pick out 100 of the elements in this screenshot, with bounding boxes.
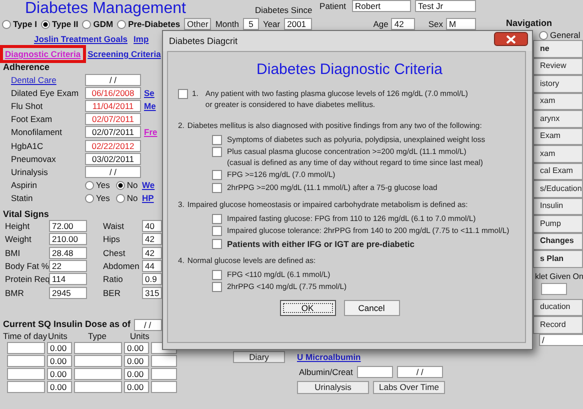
other-button[interactable]: Other bbox=[184, 18, 212, 30]
nav-button[interactable]: Changes bbox=[533, 232, 583, 250]
nav-button[interactable]: xam bbox=[533, 92, 583, 110]
side-link[interactable]: Se bbox=[144, 88, 154, 98]
time-field[interactable] bbox=[7, 368, 45, 380]
nav-button[interactable]: ne bbox=[533, 40, 583, 58]
type-field[interactable] bbox=[74, 354, 122, 367]
choice-radio[interactable]: No bbox=[116, 180, 138, 190]
nav-button[interactable]: arynx bbox=[533, 110, 583, 128]
vital-field[interactable]: 2945 bbox=[49, 286, 87, 298]
units-field[interactable]: 0.00 bbox=[47, 354, 72, 367]
nav-button[interactable]: s/Education bbox=[533, 180, 583, 198]
units-field[interactable]: 0.00 bbox=[47, 368, 72, 380]
checkbox[interactable] bbox=[212, 214, 222, 224]
vital-field[interactable]: 40 bbox=[142, 220, 162, 232]
checkbox[interactable] bbox=[212, 270, 222, 280]
last-name-field[interactable]: Test Jr bbox=[415, 0, 476, 12]
choice-radio[interactable]: Yes bbox=[85, 193, 110, 204]
type-field[interactable] bbox=[74, 342, 122, 354]
type-radio[interactable]: Type II bbox=[40, 19, 78, 29]
units-field[interactable]: 0.00 bbox=[124, 368, 149, 380]
nav-button[interactable]: cal Exam bbox=[533, 162, 583, 180]
units-field[interactable]: 0.00 bbox=[124, 342, 149, 354]
date-field[interactable]: / / bbox=[396, 366, 443, 378]
nav-button[interactable]: Record bbox=[533, 316, 583, 334]
choice-radio[interactable]: Yes bbox=[85, 180, 110, 190]
side-link[interactable]: We bbox=[142, 180, 155, 190]
date-field[interactable]: 02/22/2012 bbox=[85, 140, 141, 152]
units-field[interactable]: 0.00 bbox=[124, 380, 149, 393]
lab-button[interactable]: Labs Over Time bbox=[373, 380, 445, 394]
side-link[interactable]: Me bbox=[144, 100, 156, 111]
vital-label: Weight bbox=[4, 234, 32, 244]
side-link[interactable]: HP bbox=[142, 193, 154, 204]
checkbox[interactable] bbox=[212, 134, 222, 144]
checkbox[interactable] bbox=[212, 182, 222, 192]
date-field[interactable]: 02/07/2011 bbox=[85, 113, 141, 126]
type-radio[interactable]: GDM bbox=[82, 19, 114, 29]
nav-button[interactable]: istory bbox=[533, 75, 583, 92]
vital-field[interactable]: 22 bbox=[49, 260, 87, 272]
vital-field[interactable]: 114 bbox=[49, 273, 87, 286]
type-radio[interactable]: Pre-Diabetes bbox=[117, 19, 180, 29]
adherence-link[interactable]: Dental Care bbox=[11, 74, 56, 85]
nav-button[interactable]: Pump bbox=[533, 215, 583, 232]
choice-radio[interactable]: No bbox=[116, 193, 138, 204]
checkbox[interactable] bbox=[212, 238, 222, 248]
month-field[interactable]: 5 bbox=[242, 18, 259, 30]
type-field[interactable] bbox=[74, 368, 122, 380]
vital-field[interactable]: 42 bbox=[142, 233, 162, 246]
close-button[interactable] bbox=[494, 32, 528, 46]
date-field[interactable]: 02/07/2011 bbox=[85, 126, 141, 138]
time-field[interactable] bbox=[7, 342, 45, 354]
checkbox[interactable] bbox=[212, 226, 222, 236]
lab-button[interactable]: Urinalysis bbox=[297, 380, 369, 394]
units-field[interactable]: 0.00 bbox=[47, 380, 72, 393]
input-field[interactable] bbox=[151, 368, 177, 380]
units-field[interactable]: 0.00 bbox=[124, 354, 149, 367]
input-field[interactable] bbox=[151, 380, 177, 393]
microalbumin-link[interactable]: U Microalbumin bbox=[297, 352, 361, 362]
albumin-field[interactable] bbox=[356, 366, 393, 378]
vital-field[interactable]: 0.9 bbox=[142, 273, 162, 286]
nav-button[interactable]: s Plan bbox=[533, 250, 583, 268]
nav-button[interactable]: Review bbox=[533, 58, 583, 75]
checkbox[interactable] bbox=[212, 147, 222, 157]
vital-field[interactable]: 44 bbox=[142, 260, 162, 272]
dialog-button[interactable]: Cancel bbox=[344, 300, 400, 316]
first-name-field[interactable]: Robert bbox=[352, 0, 411, 12]
vital-field[interactable]: 315 bbox=[142, 286, 162, 298]
units-field[interactable]: 0.00 bbox=[47, 342, 72, 354]
type-field[interactable] bbox=[74, 380, 122, 393]
nav-button[interactable]: Exam bbox=[533, 128, 583, 145]
age-field[interactable]: 42 bbox=[391, 18, 416, 30]
checkbox[interactable] bbox=[212, 282, 222, 292]
vital-field[interactable]: 28.48 bbox=[49, 246, 87, 259]
date-field[interactable]: / / bbox=[134, 318, 162, 331]
date-field[interactable]: 06/16/2008 bbox=[85, 86, 141, 99]
time-field[interactable] bbox=[7, 354, 45, 367]
nav-link[interactable]: Joslin Treatment Goals bbox=[34, 34, 128, 44]
type-radio[interactable]: Type I bbox=[2, 19, 37, 29]
diary-button[interactable]: Diary bbox=[233, 350, 285, 363]
input-field[interactable] bbox=[151, 354, 177, 367]
sex-field[interactable]: M bbox=[446, 18, 476, 30]
date-field[interactable]: / bbox=[539, 334, 583, 346]
nav-link[interactable]: Imp bbox=[134, 34, 149, 44]
date-field[interactable] bbox=[541, 282, 567, 294]
date-field[interactable]: / / bbox=[85, 74, 141, 86]
time-field[interactable] bbox=[7, 380, 45, 393]
nav-button[interactable]: xam bbox=[533, 145, 583, 162]
vital-field[interactable]: 72.00 bbox=[49, 220, 87, 232]
checkbox[interactable] bbox=[178, 89, 188, 99]
nav-link[interactable]: Screening Criteria bbox=[88, 49, 161, 59]
checkbox[interactable] bbox=[212, 170, 222, 180]
dialog-button[interactable]: OK bbox=[280, 300, 336, 316]
vital-field[interactable]: 210.00 bbox=[49, 233, 87, 246]
year-field[interactable]: 2001 bbox=[284, 18, 312, 30]
vital-field[interactable]: 42 bbox=[142, 246, 162, 259]
nav-button[interactable]: Insulin bbox=[533, 198, 583, 215]
date-field[interactable]: 03/02/2011 bbox=[85, 152, 141, 165]
nav-button[interactable]: ducation bbox=[533, 298, 583, 316]
date-field[interactable]: / / bbox=[85, 166, 141, 178]
date-field[interactable]: 11/04/2011 bbox=[85, 100, 141, 112]
